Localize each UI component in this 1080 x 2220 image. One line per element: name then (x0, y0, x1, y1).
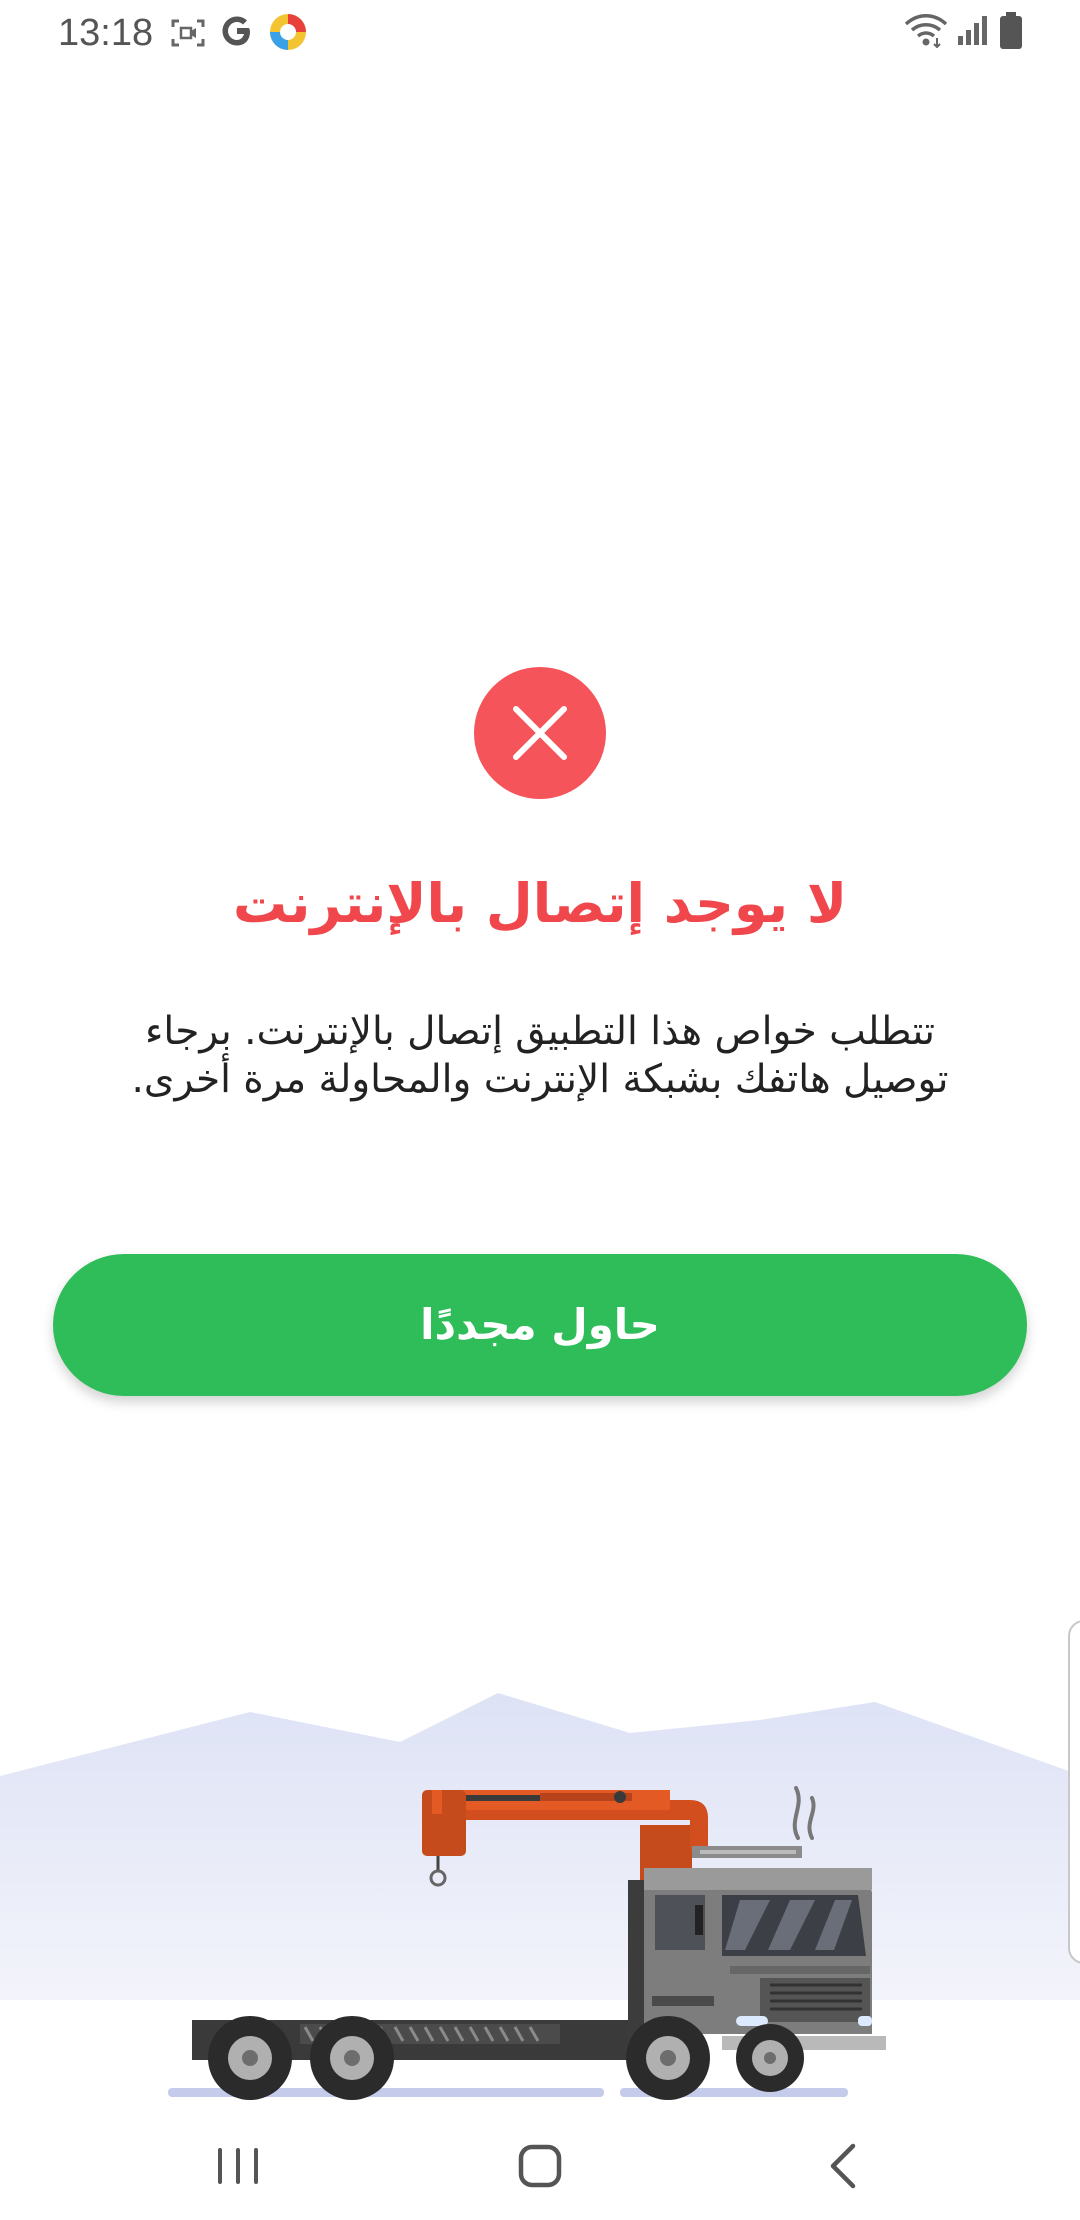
crane-truck-illustration (0, 1680, 1080, 2120)
error-message: تتطلب خواص هذا التطبيق إتصال بالإنترنت. … (131, 1009, 949, 1102)
back-icon[interactable] (803, 2126, 883, 2206)
recent-apps-icon[interactable] (198, 2126, 278, 2206)
status-time: 13:18 (58, 12, 154, 54)
error-icon-circle (474, 667, 606, 799)
home-icon[interactable] (500, 2126, 580, 2206)
screen: 13:18 لا يوجد إتصال بالإنترنت تتطلب خواص… (0, 0, 1080, 2220)
app-notification-icon (268, 12, 308, 56)
google-icon (218, 12, 256, 54)
edge-panel-handle[interactable] (1068, 1620, 1080, 1964)
wifi-icon (904, 12, 948, 52)
navigation-bar (0, 2108, 1080, 2220)
battery-icon (998, 12, 1024, 54)
error-title: لا يوجد إتصال بالإنترنت (232, 872, 848, 935)
close-icon (513, 706, 567, 760)
signal-icon (956, 14, 988, 50)
retry-button[interactable]: حاول مجددًا (53, 1254, 1027, 1396)
screen-record-icon (170, 18, 206, 52)
status-bar: 13:18 (0, 0, 1080, 64)
